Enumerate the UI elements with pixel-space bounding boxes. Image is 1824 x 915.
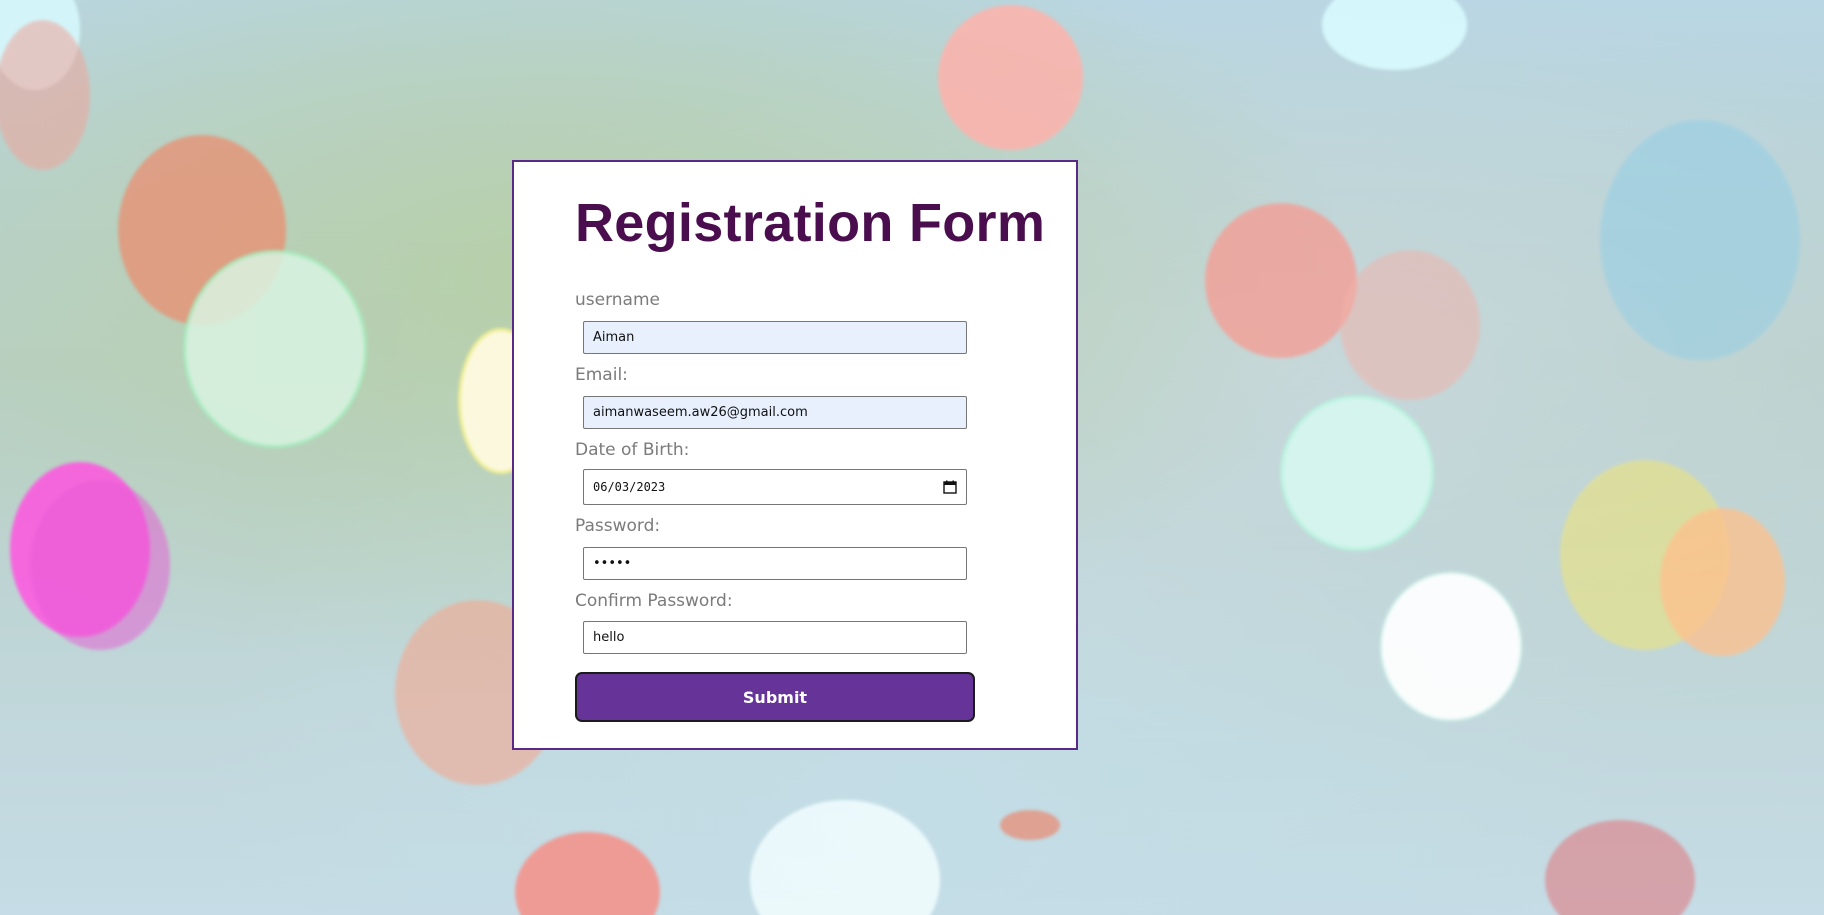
calendar-icon[interactable] bbox=[943, 480, 957, 494]
email-input[interactable]: aimanwaseem.aw26@gmail.com bbox=[583, 396, 967, 429]
date-of-birth-value: 06/03/2023 bbox=[593, 480, 666, 494]
submit-button[interactable]: Submit bbox=[575, 672, 975, 722]
password-value: ••••• bbox=[593, 556, 632, 571]
password-label: Password: bbox=[575, 516, 661, 536]
username-input[interactable]: Aiman bbox=[583, 321, 967, 354]
confirm-password-value: hello bbox=[593, 630, 625, 645]
confirm-password-input[interactable]: hello bbox=[583, 621, 967, 654]
username-value: Aiman bbox=[593, 330, 635, 345]
registration-form-card: Registration Form username Aiman Email: … bbox=[512, 160, 1078, 750]
email-label: Email: bbox=[575, 365, 628, 385]
username-label: username bbox=[575, 290, 660, 310]
confirm-password-label: Confirm Password: bbox=[575, 591, 733, 611]
form-title: Registration Form bbox=[575, 193, 1046, 253]
email-value: aimanwaseem.aw26@gmail.com bbox=[593, 405, 808, 420]
date-of-birth-input[interactable]: 06/03/2023 bbox=[583, 469, 967, 505]
date-of-birth-label: Date of Birth: bbox=[575, 440, 690, 460]
password-input[interactable]: ••••• bbox=[583, 547, 967, 580]
